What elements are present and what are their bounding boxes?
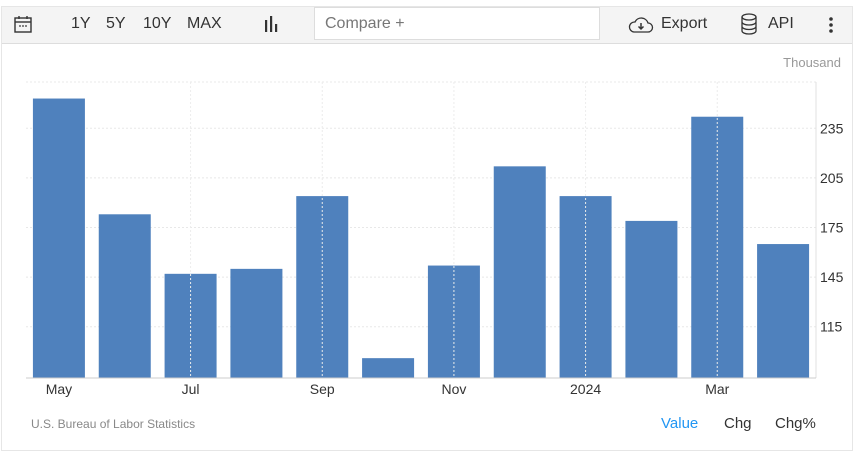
mode-chg-button[interactable]: Chg — [724, 415, 752, 432]
bar-dec — [493, 166, 546, 378]
y-tick-label: 145 — [820, 269, 844, 285]
y-tick-label: 205 — [820, 170, 844, 186]
x-tick-label: Jul — [182, 381, 200, 397]
bar-may — [32, 98, 85, 378]
bar-aug — [230, 268, 283, 378]
x-tick-label: May — [46, 381, 72, 397]
x-tick-label: Sep — [310, 381, 335, 397]
y-tick-label: 175 — [820, 220, 844, 236]
bar-chart: 115 145 175 205 235 May Jul Sep Nov 2024 Mar — [26, 81, 844, 397]
source-label: U.S. Bureau of Labor Statistics — [31, 417, 196, 431]
mode-value-button[interactable]: Value — [661, 415, 698, 432]
bar-oct — [362, 358, 415, 378]
x-tick-label: 2024 — [570, 381, 601, 397]
bar-jun — [98, 214, 151, 378]
mode-chg-pct-button[interactable]: Chg% — [775, 415, 816, 432]
bar-apr — [757, 244, 810, 378]
y-tick-label: 235 — [820, 120, 844, 136]
x-tick-label: Nov — [441, 381, 466, 397]
bar-feb — [625, 220, 678, 378]
y-tick-label: 115 — [820, 319, 843, 335]
x-tick-label: Mar — [705, 381, 729, 397]
